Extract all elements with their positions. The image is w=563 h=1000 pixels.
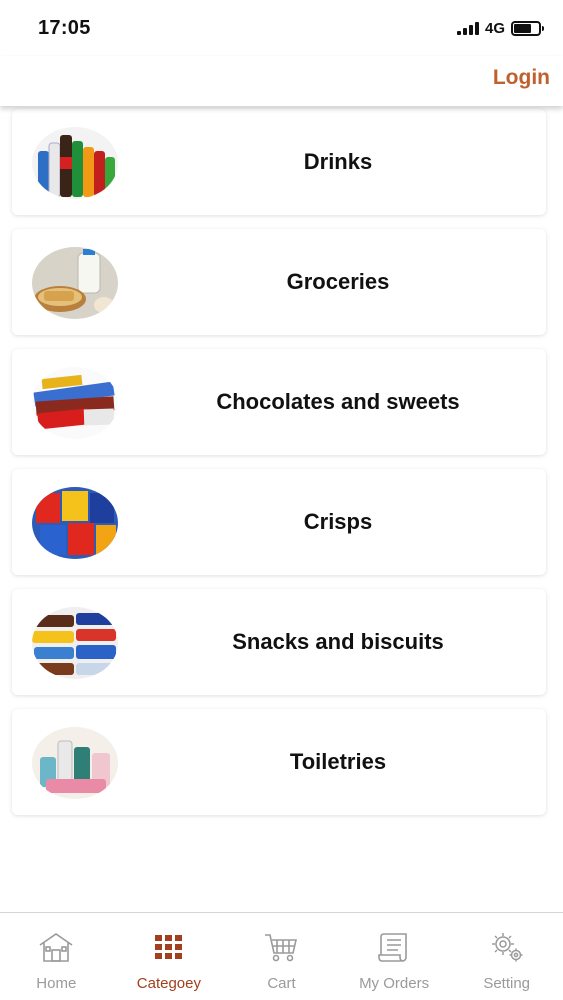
category-item-toiletries[interactable]: Toiletries: [12, 709, 546, 815]
tab-category[interactable]: Categoey: [113, 913, 226, 1000]
cart-icon: [263, 931, 299, 963]
category-item-crisps[interactable]: Crisps: [12, 469, 546, 575]
category-item-drinks[interactable]: Drinks: [12, 109, 546, 215]
toiletries-thumbnail: [32, 727, 118, 799]
chocolates-thumbnail: [32, 367, 118, 439]
category-item-chocolates-and-sweets[interactable]: Chocolates and sweets: [12, 349, 546, 455]
category-label: Groceries: [286, 269, 390, 294]
status-time: 17:05: [38, 17, 91, 39]
app-header: Login: [0, 56, 563, 106]
tab-label: Cart: [267, 975, 296, 992]
category-label: Chocolates and sweets: [216, 389, 460, 414]
crisps-thumbnail: [32, 487, 118, 559]
category-label: Drinks: [303, 149, 373, 174]
groceries-thumbnail: [32, 247, 118, 319]
category-label: Toiletries: [289, 749, 387, 774]
category-item-snacks-and-biscuits[interactable]: Snacks and biscuits: [12, 589, 546, 695]
tab-label: Home: [36, 975, 77, 992]
bottom-tab-bar: Home Categoey Cart My Orders Setting: [0, 912, 563, 1000]
gear-icon: [489, 931, 525, 963]
drinks-thumbnail: [32, 127, 118, 199]
tab-label: My Orders: [359, 975, 430, 992]
tab-label: Setting: [483, 975, 531, 992]
category-label: Snacks and biscuits: [232, 629, 444, 654]
biscuits-thumbnail: [32, 607, 118, 679]
tab-setting[interactable]: Setting: [450, 913, 563, 1000]
tab-home[interactable]: Home: [0, 913, 113, 1000]
category-item-groceries[interactable]: Groceries: [12, 229, 546, 335]
battery-icon: [511, 21, 544, 36]
tab-cart[interactable]: Cart: [225, 913, 338, 1000]
status-indicators: 4G: [456, 20, 544, 37]
login-button[interactable]: Login: [493, 66, 550, 90]
signal-icon: [456, 22, 479, 35]
network-type: 4G: [484, 20, 505, 37]
category-label: Crisps: [303, 509, 373, 534]
tab-my-orders[interactable]: My Orders: [338, 913, 451, 1000]
status-bar: 17:05 4G: [0, 0, 563, 56]
grid-icon: [151, 931, 187, 963]
tab-label: Categoey: [136, 975, 201, 992]
orders-icon: [376, 931, 412, 963]
home-icon: [38, 931, 74, 963]
